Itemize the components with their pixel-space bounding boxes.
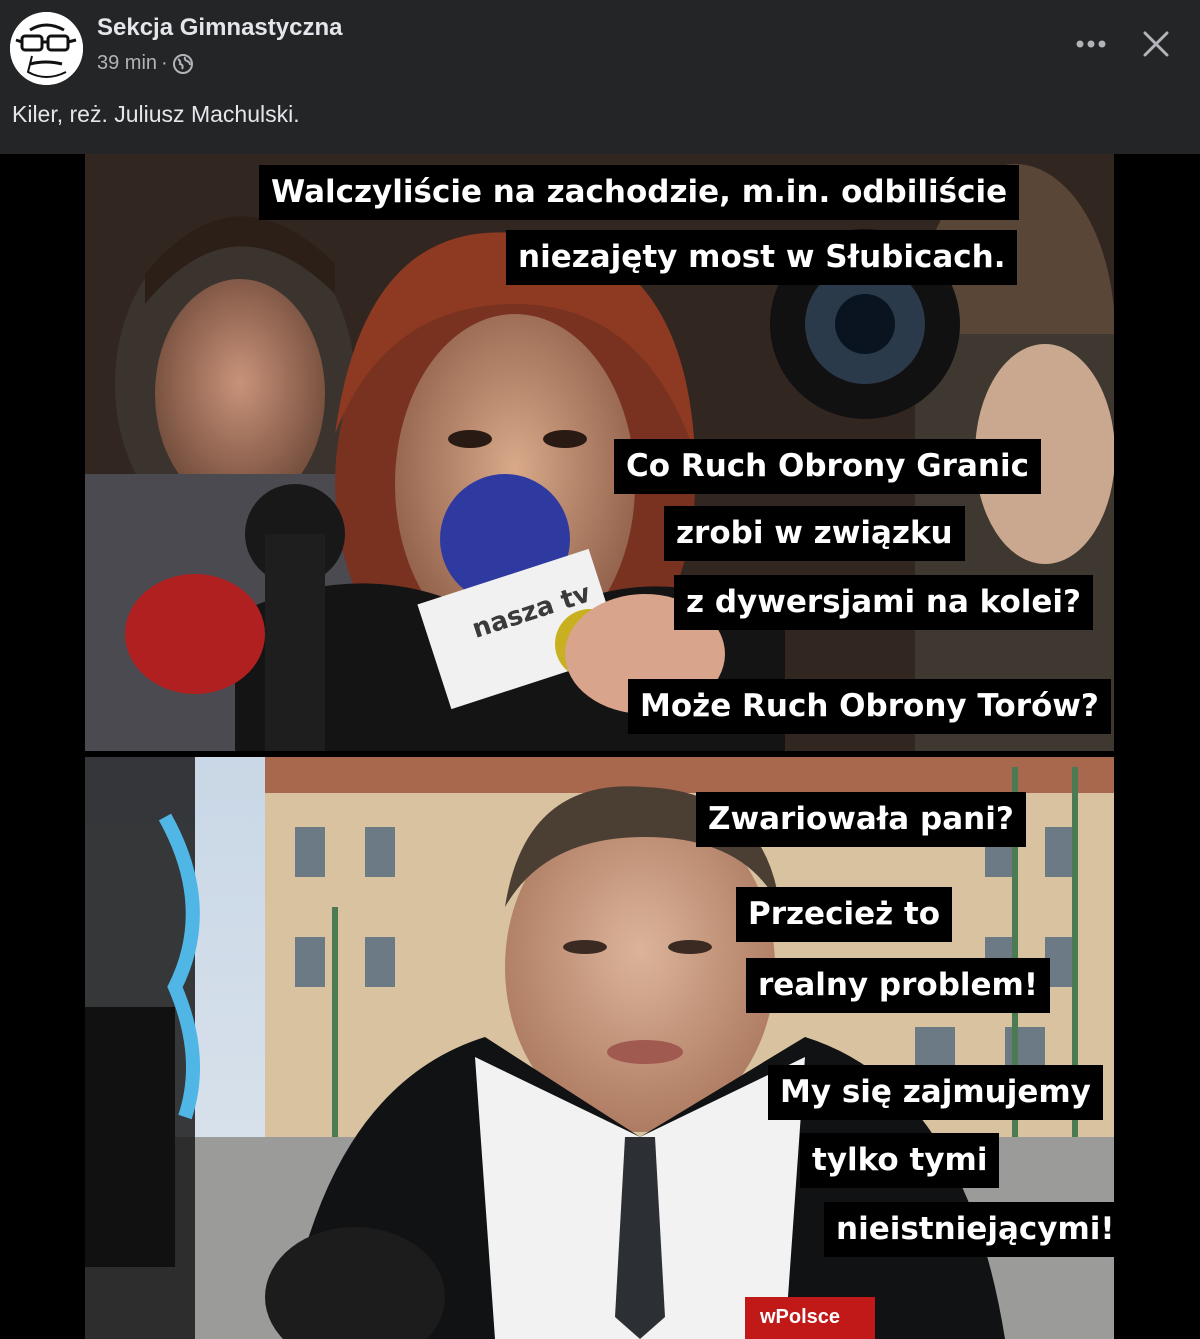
caption-bottom-6: nieistniejącymi! [824, 1202, 1114, 1257]
globe-icon [172, 53, 194, 75]
caption-top-2: niezajęty most w Słubicach. [506, 230, 1018, 285]
caption-top-1: Walczyliście na zachodzie, m.in. odbiliś… [259, 165, 1020, 220]
post-timestamp[interactable]: 39 min [97, 52, 157, 75]
facebook-post: Sekcja Gimnastyczna 39 min · Kiler, reż.… [0, 0, 1200, 1339]
more-options-icon [1076, 40, 1106, 48]
caption-bottom-5: tylko tymi [800, 1133, 1000, 1188]
caption-bottom-2: Przecież to [736, 887, 953, 942]
meme-panel-top: nasza tv Walczyliście na zachodzie, m.in… [85, 154, 1114, 751]
more-options-button[interactable] [1068, 24, 1114, 64]
post-caption: Kiler, reż. Juliusz Machulski. [12, 101, 300, 127]
close-icon [1143, 31, 1169, 57]
caption-top-3: Co Ruch Obrony Granic [614, 439, 1041, 494]
post-image[interactable]: nasza tv Walczyliście na zachodzie, m.in… [0, 154, 1200, 1339]
caption-bottom-4: My się zajmujemy [768, 1065, 1103, 1120]
avatar-face-icon [10, 12, 83, 85]
author-name[interactable]: Sekcja Gimnastyczna [97, 14, 342, 42]
meta-separator: · [161, 52, 168, 74]
caption-top-5: z dywersjami na kolei? [674, 575, 1094, 630]
author-avatar[interactable] [10, 12, 83, 85]
close-button[interactable] [1134, 22, 1178, 66]
mic-logo-bottom: wPolsce [759, 1306, 840, 1328]
caption-bottom-1: Zwariowała pani? [696, 792, 1026, 847]
post-meta: 39 min · [97, 52, 194, 75]
caption-bottom-3: realny problem! [746, 958, 1050, 1013]
meme-panel-bottom: wPolsce Zwariowała pani? Przecież to rea… [85, 757, 1114, 1339]
caption-top-4: zrobi w związku [664, 506, 965, 561]
post-header: Sekcja Gimnastyczna 39 min · [0, 0, 1200, 90]
caption-top-6: Może Ruch Obrony Torów? [628, 679, 1111, 734]
